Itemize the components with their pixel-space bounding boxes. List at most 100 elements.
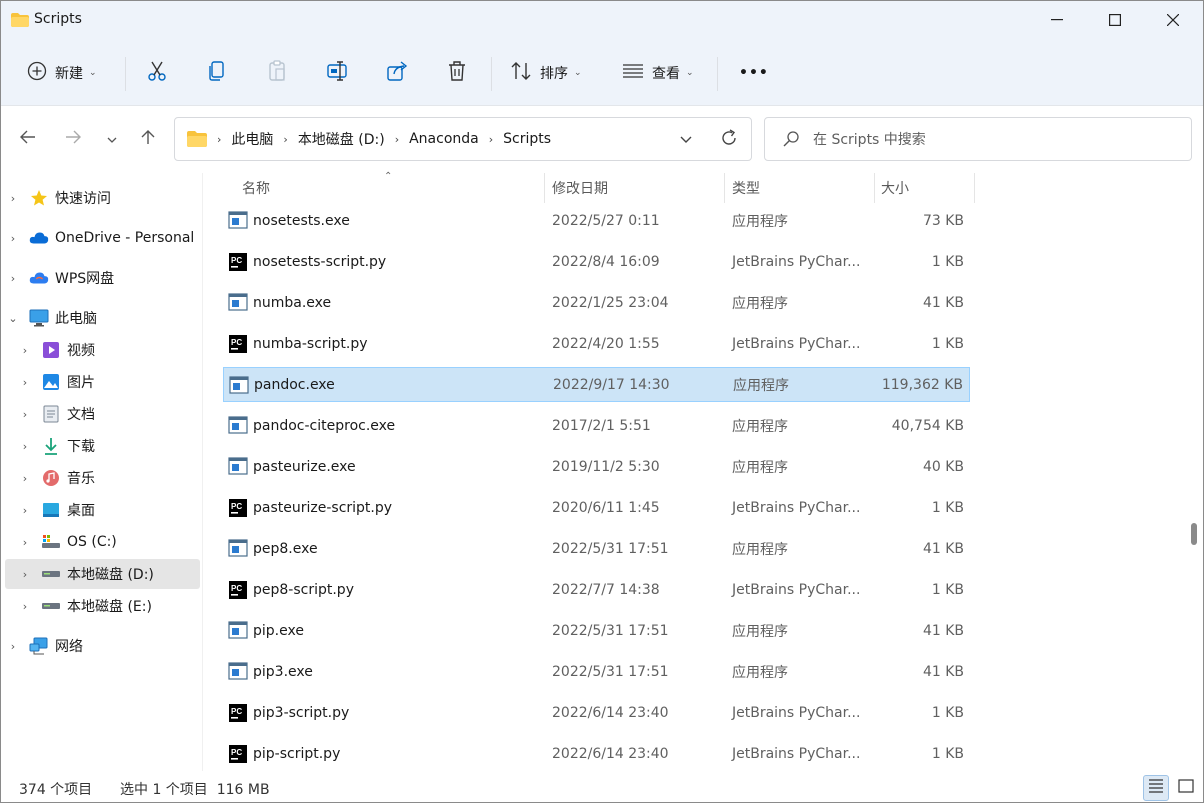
file-date: 2022/6/14 23:40 bbox=[552, 704, 669, 721]
sidebar-item-pictures[interactable]: › 图片 bbox=[5, 367, 200, 397]
back-button[interactable] bbox=[13, 127, 43, 151]
file-row[interactable]: pandoc-citeproc.exe 2017/2/1 5:51 应用程序 40,7… bbox=[223, 408, 970, 443]
paste-button[interactable] bbox=[267, 55, 287, 91]
column-resize-handle[interactable] bbox=[874, 173, 875, 203]
file-row[interactable]: pep8.exe 2022/5/31 17:51 应用程序 41 KB bbox=[223, 531, 970, 566]
file-row[interactable]: pip3.exe 2022/5/31 17:51 应用程序 41 KB bbox=[223, 654, 970, 689]
file-type: JetBrains PyChar... bbox=[732, 499, 861, 516]
rename-button[interactable] bbox=[327, 55, 349, 91]
column-header-type[interactable]: 类型 bbox=[732, 173, 760, 203]
file-row[interactable]: nosetests.exe 2022/5/27 0:11 应用程序 73 KB bbox=[223, 203, 970, 238]
sidebar-item-os-c[interactable]: › OS (C:) bbox=[5, 527, 200, 557]
column-resize-handle[interactable] bbox=[724, 173, 725, 203]
sidebar-item-network[interactable]: › 网络 bbox=[5, 631, 200, 661]
onedrive-icon bbox=[29, 228, 49, 248]
minimize-button[interactable] bbox=[1028, 1, 1086, 39]
file-row[interactable]: PC pep8-script.py 2022/7/7 14:38 JetBrains … bbox=[223, 572, 970, 607]
vertical-scrollbar[interactable] bbox=[1188, 173, 1200, 771]
details-view-icon bbox=[1148, 779, 1164, 797]
column-header-date[interactable]: 修改日期 bbox=[552, 173, 608, 203]
up-button[interactable] bbox=[133, 127, 163, 151]
expand-arrow-icon[interactable]: › bbox=[5, 232, 21, 245]
file-row[interactable]: PC pip3-script.py 2022/6/14 23:40 JetBrains… bbox=[223, 695, 970, 730]
expand-arrow-icon[interactable]: › bbox=[17, 600, 33, 613]
file-type: JetBrains PyChar... bbox=[732, 745, 861, 762]
expand-arrow-icon[interactable]: › bbox=[17, 440, 33, 453]
file-row[interactable]: pandoc.exe 2022/9/17 14:30 应用程序 119,362 KB bbox=[223, 367, 970, 402]
column-header-name[interactable]: 名称 bbox=[242, 173, 270, 203]
new-button[interactable]: 新建 ⌄ bbox=[27, 55, 97, 91]
file-row[interactable]: pasteurize.exe 2019/11/2 5:30 应用程序 40 KB bbox=[223, 449, 970, 484]
sidebar-item-drive-d[interactable]: › 本地磁盘 (D:) bbox=[5, 559, 200, 589]
sidebar-item-quick-access[interactable]: › 快速访问 bbox=[5, 183, 200, 213]
sidebar-item-downloads[interactable]: › 下载 bbox=[5, 431, 200, 461]
file-name: pip.exe bbox=[253, 622, 304, 639]
breadcrumb-this-pc[interactable]: 此电脑 bbox=[231, 129, 273, 149]
file-row[interactable]: pip.exe 2022/5/31 17:51 应用程序 41 KB bbox=[223, 613, 970, 648]
tiles-view-button[interactable] bbox=[1173, 775, 1199, 801]
sidebar-item-videos[interactable]: › 视频 bbox=[5, 335, 200, 365]
expand-arrow-icon[interactable]: › bbox=[17, 504, 33, 517]
sidebar-item-documents[interactable]: › 文档 bbox=[5, 399, 200, 429]
collapse-arrow-icon[interactable]: ⌄ bbox=[5, 312, 21, 325]
column-resize-handle[interactable] bbox=[974, 173, 975, 203]
column-resize-handle[interactable] bbox=[544, 173, 545, 203]
chevron-right-icon[interactable]: › bbox=[489, 133, 493, 146]
expand-arrow-icon[interactable]: › bbox=[17, 376, 33, 389]
breadcrumb-anaconda[interactable]: Anaconda bbox=[409, 131, 479, 147]
expand-arrow-icon[interactable]: › bbox=[17, 536, 33, 549]
maximize-button[interactable] bbox=[1086, 1, 1144, 39]
sidebar-item-wps-cloud[interactable]: › WPS网盘 bbox=[5, 263, 200, 293]
address-bar[interactable]: › 此电脑 › 本地磁盘 (D:) › Anaconda › Scripts bbox=[174, 117, 752, 161]
address-row: › 此电脑 › 本地磁盘 (D:) › Anaconda › Scripts 在… bbox=[1, 107, 1203, 171]
sort-button[interactable]: 排序 ⌄ bbox=[510, 55, 582, 91]
status-bar: 374 个项目 选中 1 个项目 116 MB bbox=[1, 773, 1203, 802]
more-options-button[interactable]: ••• bbox=[739, 55, 769, 91]
pane-divider[interactable] bbox=[202, 173, 203, 771]
file-row[interactable]: PC numba-script.py 2022/4/20 1:55 JetBrains… bbox=[223, 326, 970, 361]
breadcrumb-drive-d[interactable]: 本地磁盘 (D:) bbox=[298, 129, 385, 149]
file-row[interactable]: PC pip-script.py 2022/6/14 23:40 JetBrains … bbox=[223, 736, 970, 771]
details-view-button[interactable] bbox=[1143, 775, 1169, 801]
share-button[interactable] bbox=[387, 55, 409, 91]
expand-arrow-icon[interactable]: › bbox=[17, 408, 33, 421]
file-row[interactable]: numba.exe 2022/1/25 23:04 应用程序 41 KB bbox=[223, 285, 970, 320]
expand-arrow-icon[interactable]: › bbox=[5, 272, 21, 285]
copy-button[interactable] bbox=[207, 55, 227, 91]
file-date: 2022/5/31 17:51 bbox=[552, 540, 669, 557]
expand-arrow-icon[interactable]: › bbox=[17, 568, 33, 581]
item-count: 374 个项目 bbox=[19, 782, 93, 798]
system-drive-icon bbox=[41, 532, 61, 552]
video-folder-icon bbox=[41, 340, 61, 360]
expand-arrow-icon[interactable]: › bbox=[5, 640, 21, 653]
sidebar-item-drive-e[interactable]: › 本地磁盘 (E:) bbox=[5, 591, 200, 621]
expand-arrow-icon[interactable]: › bbox=[17, 344, 33, 357]
chevron-right-icon[interactable]: › bbox=[395, 133, 399, 146]
refresh-icon[interactable] bbox=[719, 128, 739, 152]
sidebar-item-onedrive[interactable]: › OneDrive - Personal bbox=[5, 223, 200, 253]
cut-button[interactable] bbox=[146, 55, 168, 91]
column-header-size[interactable]: 大小 bbox=[881, 173, 909, 203]
chevron-right-icon: › bbox=[217, 132, 222, 146]
sidebar-item-this-pc[interactable]: ⌄ 此电脑 bbox=[5, 303, 200, 333]
sidebar-item-music[interactable]: › 音乐 bbox=[5, 463, 200, 493]
file-date: 2022/1/25 23:04 bbox=[552, 294, 669, 311]
file-name: pandoc.exe bbox=[254, 376, 335, 393]
delete-button[interactable] bbox=[447, 55, 467, 91]
sidebar-item-desktop[interactable]: › 桌面 bbox=[5, 495, 200, 525]
chevron-right-icon[interactable]: › bbox=[283, 133, 287, 146]
expand-arrow-icon[interactable]: › bbox=[17, 472, 33, 485]
file-row[interactable]: PC pasteurize-script.py 2020/6/11 1:45 JetB… bbox=[223, 490, 970, 525]
scrollbar-thumb[interactable] bbox=[1191, 523, 1197, 545]
expand-arrow-icon[interactable]: › bbox=[5, 192, 21, 205]
view-button[interactable]: 查看 ⌄ bbox=[622, 55, 694, 91]
file-row[interactable]: PC nosetests-script.py 2022/8/4 16:09 JetBr… bbox=[223, 244, 970, 279]
close-button[interactable] bbox=[1144, 1, 1202, 39]
address-history-dropdown[interactable] bbox=[679, 132, 693, 150]
recent-locations-button[interactable] bbox=[97, 127, 127, 151]
search-input[interactable]: 在 Scripts 中搜索 bbox=[764, 117, 1192, 161]
star-icon bbox=[29, 188, 49, 208]
breadcrumb-scripts[interactable]: Scripts bbox=[503, 131, 551, 147]
sidebar-item-label: 本地磁盘 (D:) bbox=[67, 567, 154, 583]
forward-button[interactable] bbox=[58, 127, 88, 151]
